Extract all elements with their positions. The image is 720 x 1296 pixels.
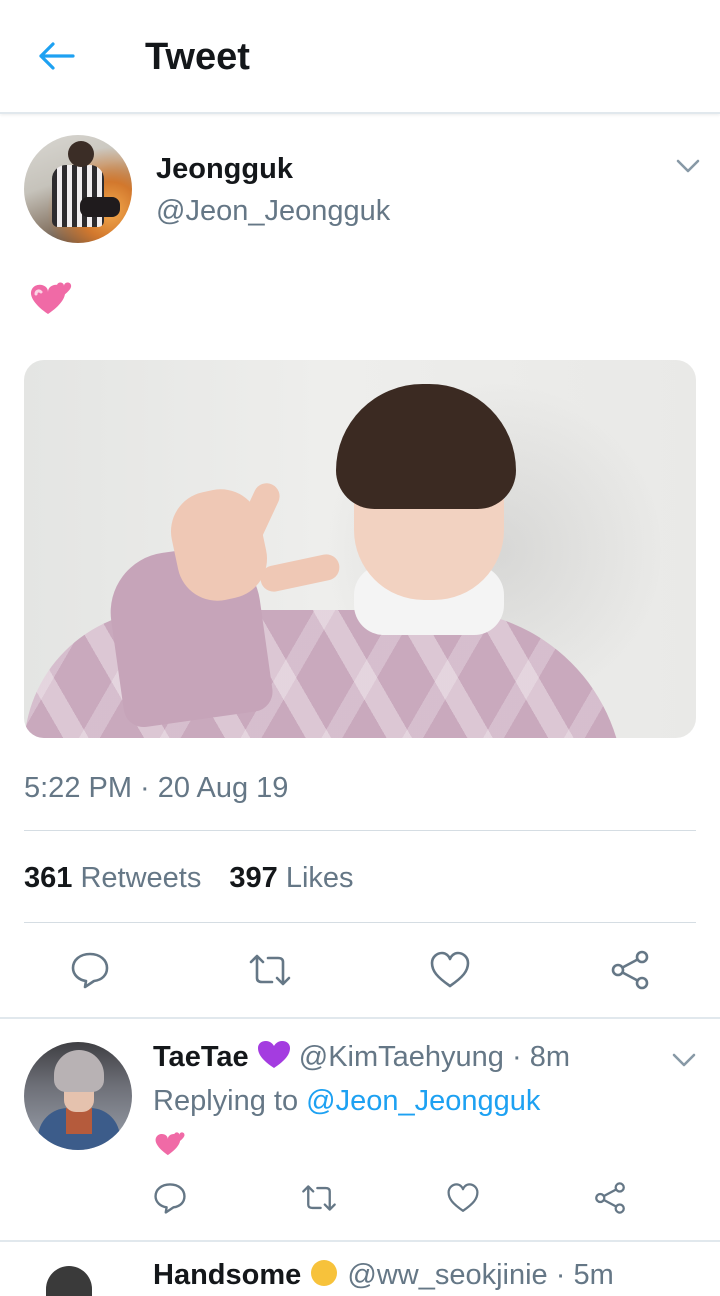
revolving-hearts-emoji (26, 280, 76, 320)
tweet-photo[interactable] (24, 360, 696, 738)
arrow-left-icon (39, 42, 75, 70)
section-divider (0, 1240, 720, 1242)
reply-time: · 8m (511, 1041, 570, 1073)
divider (24, 922, 696, 923)
tweet-timestamp: 5:22 PM · 20 Aug 19 (24, 772, 289, 804)
like-button[interactable] (426, 947, 474, 993)
retweets-stat[interactable]: 361 Retweets (24, 862, 201, 895)
retweets-count: 361 (24, 862, 73, 894)
reply-icon (71, 952, 109, 989)
replying-to: Replying to @Jeon_Jeongguk (153, 1085, 540, 1118)
likes-label: Likes (285, 862, 354, 894)
reply-author-name[interactable]: TaeTae (153, 1041, 249, 1073)
reply-retweet-button[interactable] (298, 1178, 340, 1218)
next-reply-avatar[interactable] (46, 1266, 92, 1296)
reply-share-button[interactable] (590, 1178, 630, 1218)
retweet-icon (302, 1185, 336, 1211)
share-icon (595, 1182, 625, 1214)
app-bar: Tweet (0, 0, 720, 114)
face-emoji (311, 1260, 338, 1286)
tweet-menu-button[interactable] (674, 156, 702, 176)
section-divider (0, 1017, 720, 1019)
tweet-stats: 361 Retweets 397 Likes (24, 862, 374, 895)
author-handle[interactable]: @Jeon_Jeongguk (156, 195, 390, 228)
chevron-down-icon (676, 159, 700, 173)
next-reply-author-name[interactable]: Handsome (153, 1259, 301, 1291)
retweets-label: Retweets (80, 862, 202, 894)
chevron-down-icon (672, 1053, 696, 1067)
page-title: Tweet (145, 36, 250, 78)
reply-button[interactable] (66, 947, 114, 993)
purple-heart-emoji (257, 1041, 290, 1068)
divider (24, 830, 696, 831)
likes-stat[interactable]: 397 Likes (229, 862, 353, 895)
replying-to-prefix: Replying to (153, 1085, 299, 1117)
share-button[interactable] (606, 947, 654, 993)
retweet-icon (249, 954, 291, 986)
author-name[interactable]: Jeongguk (156, 153, 293, 186)
share-icon (611, 950, 649, 990)
next-reply-author-handle[interactable]: @ww_seokjinie (347, 1259, 547, 1291)
next-reply-time: · 5m (555, 1259, 614, 1291)
retweet-button[interactable] (245, 947, 295, 993)
like-icon (447, 1183, 479, 1212)
reply-reply-button[interactable] (150, 1178, 190, 1218)
next-reply-header: Handsome @ww_seokjinie · 5m (153, 1258, 614, 1292)
reply-like-button[interactable] (443, 1178, 483, 1218)
reply-author-handle[interactable]: @KimTaehyung (299, 1041, 504, 1073)
replying-to-mention[interactable]: @Jeon_Jeongguk (306, 1085, 540, 1117)
likes-count: 397 (229, 862, 278, 894)
like-icon (430, 951, 470, 988)
reply-header: TaeTae @KimTaehyung · 8m (153, 1040, 570, 1074)
back-button[interactable] (34, 36, 78, 76)
reply-icon (154, 1183, 186, 1214)
reply-menu-button[interactable] (670, 1050, 698, 1070)
reply-author-avatar[interactable] (24, 1042, 132, 1150)
author-avatar[interactable] (24, 135, 132, 243)
revolving-hearts-emoji (152, 1130, 188, 1160)
